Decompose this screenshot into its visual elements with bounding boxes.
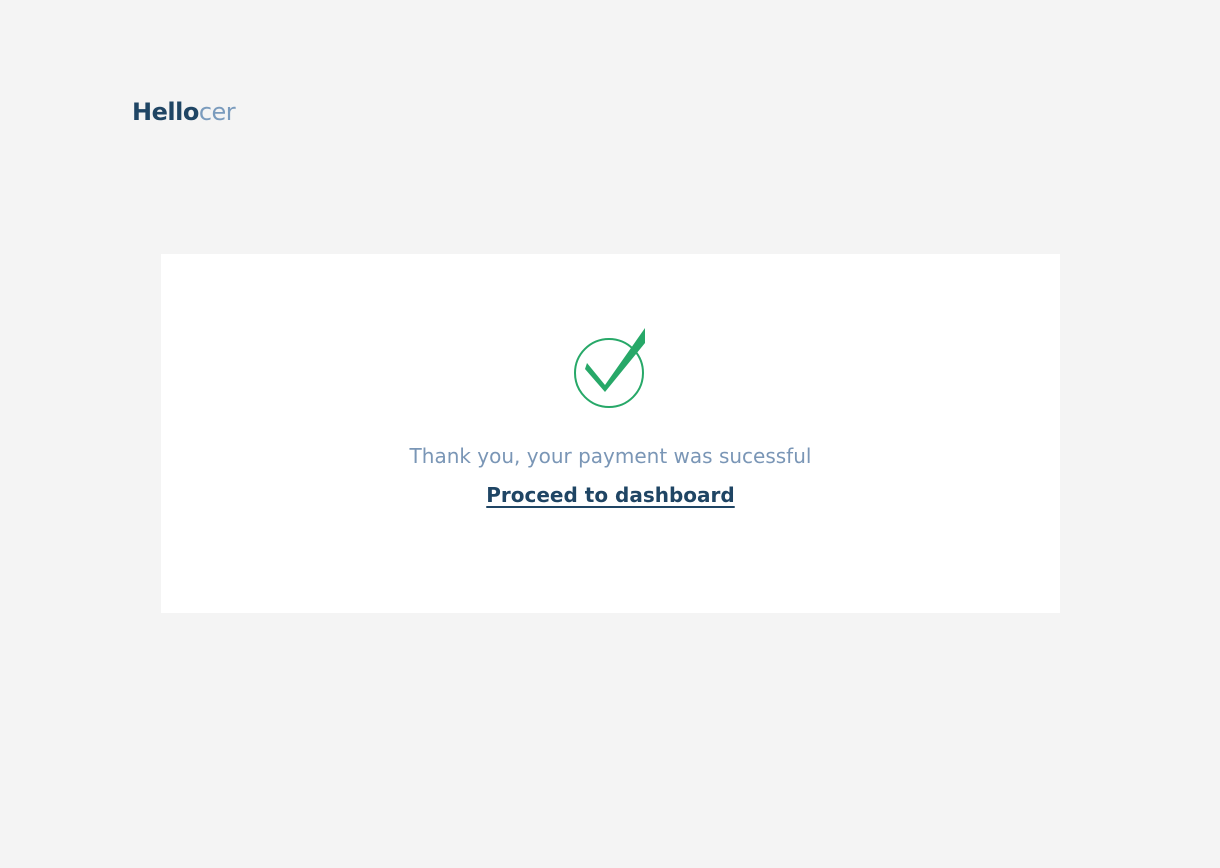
brand-logo: Hellocer [132,96,236,128]
proceed-to-dashboard-link[interactable]: Proceed to dashboard [161,481,1060,509]
brand-name-light: cer [198,98,236,126]
payment-success-card: Thank you, your payment was sucessful Pr… [161,254,1060,613]
brand-name-strong: Hello [132,98,199,126]
success-message: Thank you, your payment was sucessful [409,444,812,468]
check-circle-icon [573,327,649,411]
